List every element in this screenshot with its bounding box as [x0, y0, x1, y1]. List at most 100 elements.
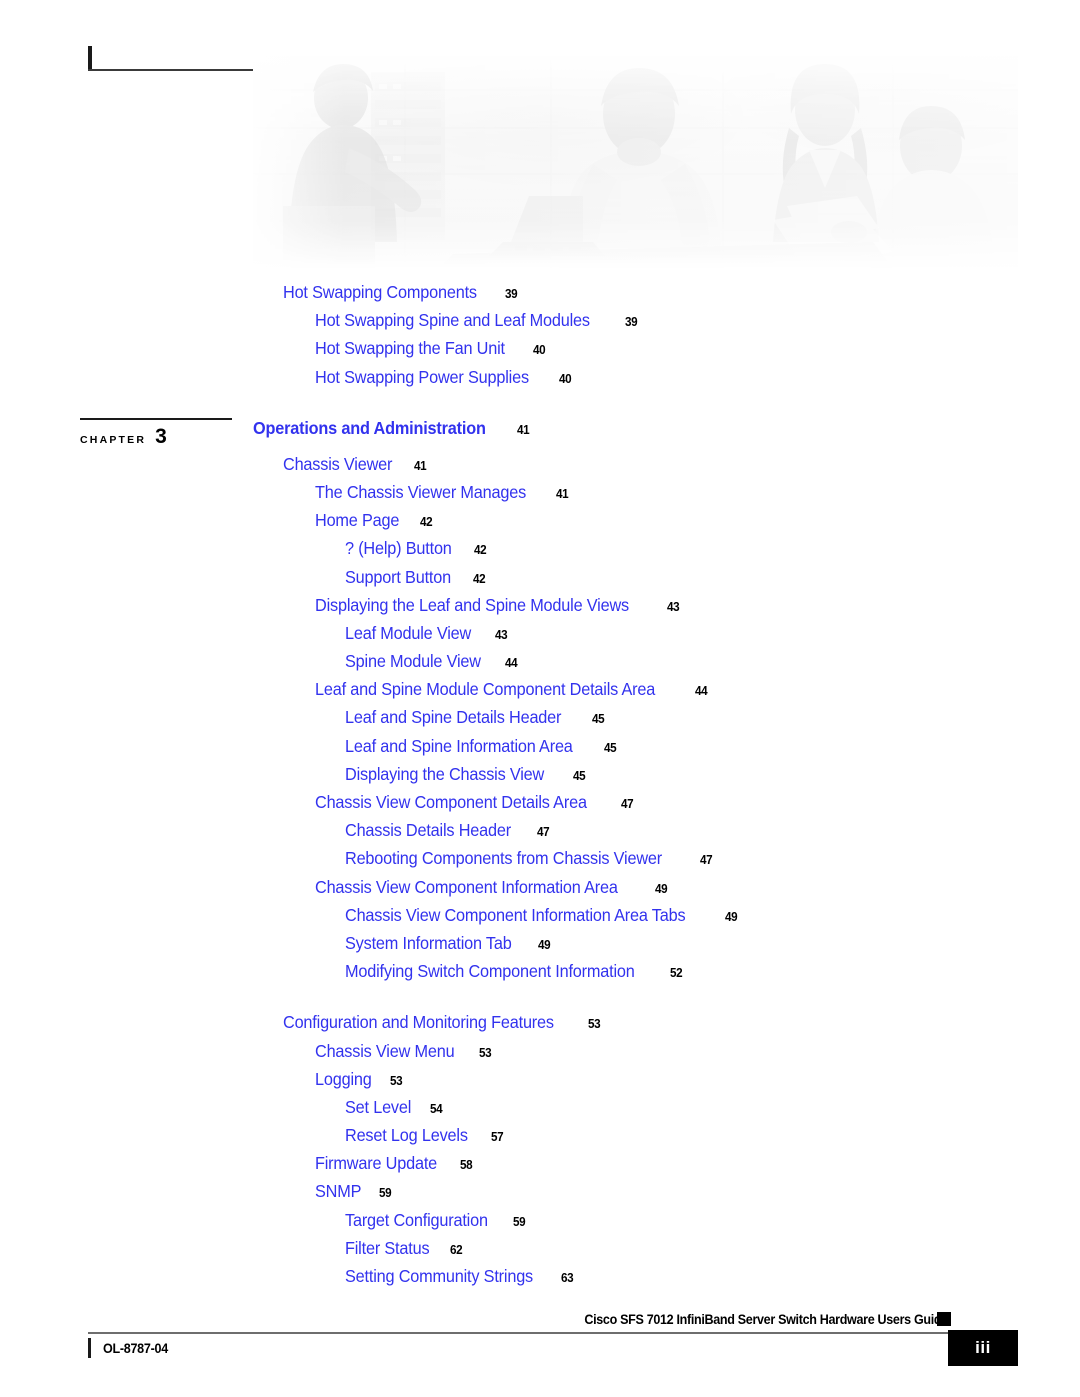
toc-entry-title: Leaf and Spine Details Header — [345, 707, 562, 728]
footer-page-number: iii — [975, 1338, 991, 1357]
toc-entry-page: 63 — [561, 1270, 574, 1285]
toc-entry-title: Leaf Module View — [345, 622, 472, 643]
toc-entry-title: Firmware Update — [315, 1153, 438, 1174]
toc-entry-page: 41 — [555, 485, 569, 501]
toc-entry-page: 43 — [494, 626, 508, 642]
toc-entry-title: Filter Status — [345, 1237, 430, 1258]
toc-entry[interactable]: Filter Status 62 — [0, 1238, 1080, 1266]
toc-entry[interactable]: Firmware Update 58 — [0, 1153, 1080, 1181]
toc-entry[interactable]: Displaying the Chassis View 45 — [0, 764, 1080, 792]
toc-entry[interactable]: Spine Module View 44 — [0, 651, 1080, 679]
toc-entry[interactable]: Chassis Details Header 47 — [0, 820, 1080, 848]
toc-entry-title: SNMP — [315, 1181, 362, 1202]
toc-entry[interactable]: Leaf and Spine Details Header 45 — [0, 707, 1080, 735]
toc-entry-page: 53 — [389, 1072, 403, 1088]
toc-entry[interactable]: Reset Log Levels 57 — [0, 1125, 1080, 1153]
toc-entry-page: 49 — [725, 908, 738, 924]
toc-entry-title: Reset Log Levels — [345, 1125, 468, 1146]
toc-entry-page: 57 — [491, 1129, 504, 1145]
toc-entry-title: Setting Community Strings — [345, 1266, 534, 1286]
toc-entry-title: Hot Swapping the Fan Unit — [315, 338, 505, 359]
toc-entry[interactable]: Set Level 54 — [0, 1097, 1080, 1125]
footer-horizontal-rule — [88, 1332, 988, 1334]
toc-entry[interactable]: Leaf Module View 43 — [0, 623, 1080, 651]
toc-entry[interactable]: Logging 53 — [0, 1069, 1080, 1097]
toc-entry-title: ? (Help) Button — [345, 538, 452, 559]
toc-entry-title: Chassis View Component Information Area … — [345, 904, 686, 925]
toc-entry-page: 47 — [537, 824, 550, 840]
toc-entry-page: 39 — [505, 286, 518, 301]
footer-square-mark — [937, 1312, 951, 1326]
table-of-contents: Hot Swapping Components 39 Hot Swapping Sp… — [0, 282, 1080, 1294]
toc-entry[interactable]: Hot Swapping Components 39 — [0, 282, 1080, 310]
toc-entry-page: 43 — [666, 598, 680, 614]
toc-entry-page: 59 — [512, 1213, 526, 1229]
toc-entry-title: Chassis Details Header — [345, 820, 511, 841]
toc-entry-title: Home Page — [315, 510, 400, 531]
toc-entry[interactable]: System Information Tab 49 — [0, 933, 1080, 961]
toc-entry[interactable]: Hot Swapping Power Supplies 40 — [0, 367, 1080, 395]
toc-entry-page: 41 — [414, 457, 427, 473]
toc-entry-title: Operations and Administration — [253, 417, 486, 438]
toc-entry-title: Logging — [315, 1068, 372, 1089]
top-tick-mark — [88, 46, 92, 70]
toc-entry-title: Modifying Switch Component Information — [345, 961, 635, 982]
toc-entry-title: Hot Swapping Power Supplies — [315, 366, 529, 387]
toc-entry-title: Spine Module View — [345, 651, 481, 672]
toc-entry-page: 41 — [517, 421, 530, 437]
toc-entry-page: 39 — [624, 314, 638, 330]
toc-entry[interactable]: ? (Help) Button 42 — [0, 538, 1080, 566]
toc-entry[interactable]: The Chassis Viewer Manages 41 — [0, 482, 1080, 510]
toc-entry[interactable]: Hot Swapping Spine and Leaf Modules 39 — [0, 310, 1080, 338]
header-banner-image — [253, 56, 1018, 268]
toc-entry-page: 42 — [419, 514, 433, 530]
toc-entry-title: Chassis View Component Details Area — [315, 792, 587, 812]
toc-entry-page: 40 — [533, 342, 546, 358]
toc-entry-title: Displaying the Leaf and Spine Module Vie… — [315, 594, 629, 615]
toc-entry-page: 54 — [430, 1100, 443, 1116]
toc-entry-title: Hot Swapping Spine and Leaf Modules — [315, 310, 590, 331]
toc-entry-page: 42 — [473, 542, 487, 558]
toc-entry[interactable]: Configuration and Monitoring Features 53 — [0, 1012, 1080, 1040]
footer-page-tab: iii — [948, 1330, 1018, 1366]
toc-entry-page: 58 — [460, 1157, 473, 1173]
toc-entry-title: Chassis View Menu — [315, 1040, 455, 1061]
page-top-marker — [88, 46, 254, 71]
toc-entry[interactable]: Target Configuration 59 — [0, 1210, 1080, 1238]
toc-entry-title: Chassis View Component Information Area — [315, 876, 618, 897]
toc-entry[interactable]: Displaying the Leaf and Spine Module Vie… — [0, 595, 1080, 623]
toc-entry-title: Hot Swapping Components — [283, 282, 477, 302]
toc-entry-title: Target Configuration — [345, 1209, 488, 1230]
toc-entry-page: 47 — [699, 852, 713, 868]
toc-entry[interactable]: Operations and Administration 41 — [0, 418, 1080, 454]
toc-entry[interactable]: Hot Swapping the Fan Unit 40 — [0, 338, 1080, 366]
toc-entry[interactable]: SNMP 59 — [0, 1181, 1080, 1209]
toc-entry[interactable]: Chassis Viewer 41 — [0, 454, 1080, 482]
toc-entry-page: 53 — [478, 1044, 492, 1060]
toc-entry-page: 40 — [559, 370, 572, 386]
page-footer: Cisco SFS 7012 InfiniBand Server Switch … — [0, 1308, 1080, 1388]
toc-entry[interactable]: Leaf and Spine Module Component Details … — [0, 679, 1080, 707]
toc-entry[interactable]: Chassis View Component Information Area … — [0, 905, 1080, 933]
toc-entry[interactable]: Home Page 42 — [0, 510, 1080, 538]
toc-entry[interactable]: Leaf and Spine Information Area 45 — [0, 736, 1080, 764]
toc-entry-title: System Information Tab — [345, 932, 512, 953]
toc-entry[interactable]: Chassis View Component Information Area 4… — [0, 877, 1080, 905]
toc-entry[interactable]: Chassis View Menu 53 — [0, 1041, 1080, 1069]
toc-entry-page: 47 — [621, 796, 634, 811]
toc-entry-page: 59 — [378, 1185, 392, 1201]
toc-entry[interactable]: Setting Community Strings 63 — [0, 1266, 1080, 1294]
toc-entry-page: 62 — [449, 1241, 463, 1257]
toc-entry[interactable]: Support Button 42 — [0, 567, 1080, 595]
toc-entry-page: 49 — [654, 880, 668, 896]
toc-entry-page: 44 — [505, 655, 518, 671]
toc-entry[interactable]: Modifying Switch Component Information 52 — [0, 961, 1080, 989]
toc-entry-title: Displaying the Chassis View — [345, 763, 545, 784]
toc-entry-title: Chassis Viewer — [283, 453, 393, 474]
toc-entry-page: 45 — [591, 711, 605, 727]
toc-entry-title: Configuration and Monitoring Features — [283, 1012, 554, 1033]
footer-left-group: OL-8787-04 — [88, 1338, 173, 1358]
toc-entry[interactable]: Rebooting Components from Chassis Viewer… — [0, 848, 1080, 876]
toc-entry[interactable]: Chassis View Component Details Area 47 — [0, 792, 1080, 820]
footer-document-title: Cisco SFS 7012 InfiniBand Server Switch … — [584, 1312, 948, 1327]
